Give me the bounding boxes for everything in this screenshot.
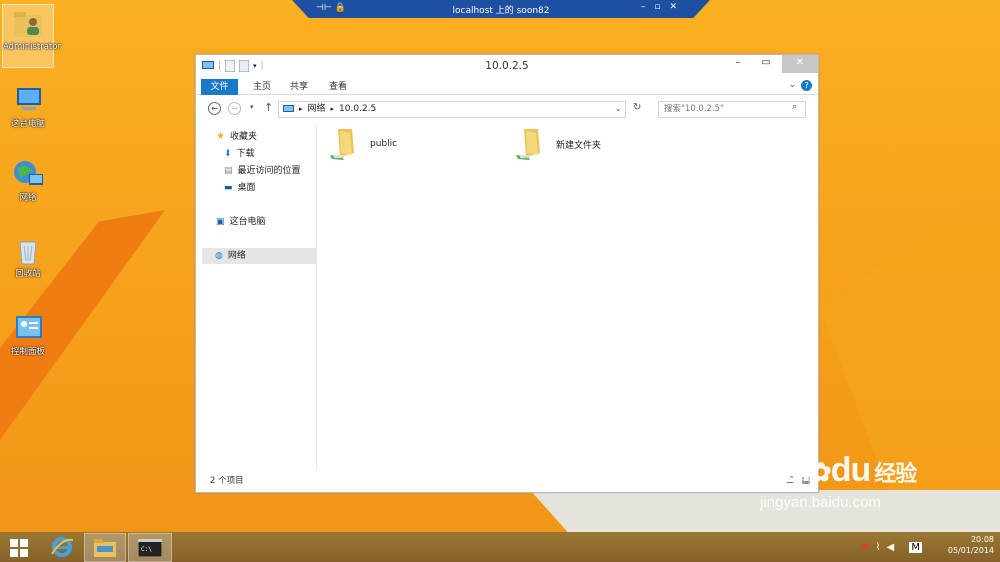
nav-downloads[interactable]: ⬇ 下载 [224, 146, 255, 162]
network-icon: ◍ [215, 251, 223, 261]
desktop-icon-label: 回收站 [15, 269, 41, 279]
ime-indicator[interactable]: M [909, 542, 922, 553]
explorer-window: | ▾ | 10.0.2.5 – ▭ ✕ 文件 主页 共享 查看 ⌄ ? ← →… [195, 54, 819, 493]
nav-label: 收藏夹 [229, 132, 257, 142]
nav-label: 最近访问的位置 [237, 166, 301, 176]
expand-ribbon-icon[interactable]: ⌄ [788, 80, 796, 90]
desktop-icon-recycle-bin[interactable]: 回收站 [2, 234, 54, 279]
nav-label: 这台电脑 [229, 217, 266, 227]
network-icon [12, 158, 44, 190]
nav-label: 网络 [227, 251, 246, 261]
shared-folder-icon [516, 129, 540, 160]
desktop-icon-label: 网络 [19, 193, 37, 203]
help-icon[interactable]: ? [801, 80, 812, 91]
flag-icon[interactable]: ⚑ [861, 542, 876, 553]
internet-explorer-icon [51, 537, 74, 557]
nav-label: 桌面 [237, 183, 256, 193]
taskbar-ie[interactable] [42, 533, 82, 562]
watermark-url: jingyan.baidu.com [760, 494, 881, 511]
network-status-icon[interactable]: ⌇ [876, 542, 887, 553]
clock-date: 05/01/2014 [947, 546, 994, 555]
desktop-icon-label: 控制面板 [10, 347, 45, 357]
back-button[interactable]: ← [208, 102, 221, 115]
recent-locations-icon[interactable]: ▾ [250, 103, 254, 111]
item-name: public [370, 139, 398, 149]
control-panel-icon [12, 312, 44, 344]
desktop-icon-network[interactable]: 网络 [2, 158, 54, 203]
share-item-new-folder[interactable]: 新建文件夹 [516, 127, 601, 161]
svg-text:C:\: C:\ [141, 546, 152, 553]
tray-icons: ⚑⌇◀ M [861, 542, 922, 553]
nav-network[interactable]: ◍ 网络 [202, 248, 317, 264]
tab-view[interactable]: 查看 [320, 79, 356, 95]
search-input[interactable]: 搜索"10.0.2.5" [658, 101, 806, 118]
computer-icon [12, 84, 44, 116]
shared-folder-icon [330, 129, 354, 160]
up-button[interactable]: ↑ [264, 101, 273, 114]
windows-logo-icon [10, 539, 28, 557]
nav-this-pc[interactable]: ▣ 这台电脑 [216, 214, 266, 230]
star-icon: ★ [216, 131, 225, 142]
folder-icon [94, 539, 116, 557]
tab-home[interactable]: 主页 [244, 79, 280, 95]
navigation-pane: ★ 收藏夹 ⬇ 下载 ▤ 最近访问的位置 ▬ 桌面 ▣ 这台电脑 ◍ 网络 [202, 125, 317, 470]
search-icon[interactable]: ⌕ [792, 102, 797, 112]
watermark-logo: Bai✿du 经验 jingyan.baidu.com [760, 451, 917, 511]
ribbon-tabs: 文件 主页 共享 查看 ⌄ ? [196, 77, 818, 95]
recycle-bin-icon [12, 234, 44, 266]
desktop-icon-label: Administrator [3, 42, 61, 52]
nav-favorites[interactable]: ★ 收藏夹 [216, 129, 257, 145]
volume-icon[interactable]: ◀ [886, 542, 900, 553]
desktop-icon-control-panel[interactable]: 控制面板 [2, 312, 54, 357]
start-button[interactable] [0, 533, 40, 562]
close-button[interactable]: ✕ [782, 55, 818, 73]
nav-desktop[interactable]: ▬ 桌面 [224, 180, 256, 196]
chevron-down-icon[interactable]: ⌄ [615, 102, 621, 117]
refresh-icon[interactable]: ↻ [633, 102, 641, 113]
watermark-suffix: 经验 [874, 461, 917, 486]
taskbar: C:\ ⚑⌇◀ M 20:08 05/01/2014 [0, 532, 1000, 562]
paw-icon: ✿ [809, 457, 832, 487]
status-bar-count: 2 个项目 [210, 476, 244, 486]
taskbar-file-explorer[interactable] [84, 533, 126, 562]
maximize-button[interactable]: ▭ [750, 55, 782, 73]
title-bar[interactable]: | ▾ | 10.0.2.5 – ▭ ✕ [196, 55, 818, 77]
user-folder-icon [12, 7, 44, 39]
address-row: ← → ▾ ↑ ▸ 网络 ▸ 10.0.2.5 ⌄ ↻ 搜索"10.0.2.5"… [196, 95, 818, 123]
nav-label: 下载 [236, 149, 255, 159]
recent-places-icon: ▤ [224, 166, 233, 176]
network-icon [283, 105, 294, 112]
taskbar-cmd[interactable]: C:\ [128, 533, 172, 562]
nav-recent[interactable]: ▤ 最近访问的位置 [224, 163, 301, 179]
remote-connection-bar: ⊣⊢ 🔒 localhost 上的 soon82 –▫✕ [292, 0, 710, 18]
tab-share[interactable]: 共享 [281, 79, 317, 95]
command-prompt-icon: C:\ [137, 538, 163, 558]
address-bar[interactable]: ▸ 网络 ▸ 10.0.2.5 ⌄ [278, 101, 626, 118]
forward-button[interactable]: → [228, 102, 241, 115]
desktop-icon-administrator[interactable]: Administrator [2, 4, 61, 68]
breadcrumb-network[interactable]: 网络 [308, 102, 326, 117]
clock-time: 20:08 [970, 535, 994, 544]
item-name: 新建文件夹 [556, 140, 602, 151]
desktop-icon-this-pc[interactable]: 这台电脑 [2, 84, 54, 129]
tab-file[interactable]: 文件 [201, 79, 238, 95]
share-item-public[interactable]: public [330, 127, 397, 161]
desktop-icon: ▬ [224, 183, 233, 193]
breadcrumb-host[interactable]: 10.0.2.5 [339, 102, 376, 117]
computer-icon: ▣ [216, 217, 225, 227]
clock[interactable]: 20:08 05/01/2014 [948, 534, 994, 556]
downloads-icon: ⬇ [224, 149, 232, 159]
desktop-icon-label: 这台电脑 [10, 119, 45, 129]
watermark-brand: Bai [760, 451, 811, 489]
remote-bar-controls[interactable]: –▫✕ [641, 2, 686, 12]
watermark-brand2: du [830, 451, 872, 489]
